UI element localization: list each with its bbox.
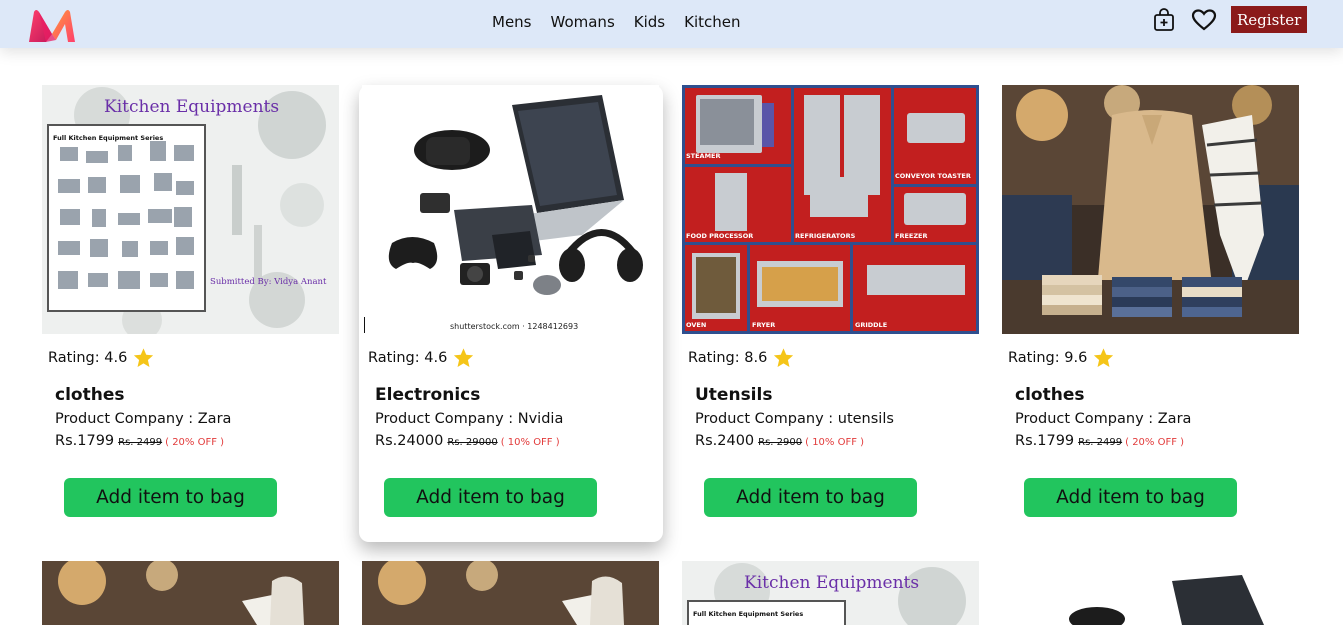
image-label: CONVEYOR TOASTER xyxy=(895,172,971,180)
current-price: Rs.1799 xyxy=(55,433,115,449)
product-image[interactable] xyxy=(42,561,339,625)
image-credit: Submitted By: Vidya Anant xyxy=(210,277,327,287)
product-image[interactable] xyxy=(1002,85,1299,334)
product-name: Electronics xyxy=(375,385,481,405)
product-image[interactable] xyxy=(1002,561,1299,625)
navbar: Mens Womans Kids Kitchen Register xyxy=(0,0,1343,48)
product-card: Rating: 9.6 clothes Product Company : Za… xyxy=(1002,85,1306,542)
product-card: STEAMER CONVEYOR TOASTER FOOD PROCESSOR … xyxy=(682,85,986,542)
nav-link-womans[interactable]: Womans xyxy=(551,13,615,31)
star-icon xyxy=(134,348,154,367)
current-price: Rs.24000 xyxy=(375,433,444,449)
product-company: Product Company : utensils xyxy=(695,411,894,427)
add-to-bag-button[interactable]: Add item to bag xyxy=(1024,478,1237,517)
product-name: clothes xyxy=(55,385,125,405)
image-title: Kitchen Equipments xyxy=(104,97,279,117)
image-label: FREEZER xyxy=(895,232,927,240)
product-name: Utensils xyxy=(695,385,773,405)
nav-actions: Register xyxy=(1151,6,1308,33)
product-image[interactable]: STEAMER CONVEYOR TOASTER FOOD PROCESSOR … xyxy=(682,85,979,334)
nav-link-mens[interactable]: Mens xyxy=(492,13,532,31)
price-row: Rs.1799 Rs. 2499 ( 20% OFF ) xyxy=(55,433,224,449)
original-price: Rs. 2499 xyxy=(118,437,163,448)
add-to-bag-button[interactable]: Add item to bag xyxy=(384,478,597,517)
rating: Rating: 4.6 xyxy=(48,347,155,369)
original-price: Rs. 2900 xyxy=(758,437,803,448)
star-icon xyxy=(1094,348,1114,367)
discount-label: ( 10% OFF ) xyxy=(500,437,560,448)
main-nav: Mens Womans Kids Kitchen xyxy=(492,13,759,31)
product-company: Product Company : Zara xyxy=(55,411,232,427)
image-label: OVEN xyxy=(686,321,706,329)
rating: Rating: 9.6 xyxy=(1008,347,1115,369)
rating-label: Rating: 4.6 xyxy=(48,350,128,366)
image-label: FRYER xyxy=(752,321,775,329)
product-image[interactable]: Kitchen Equipments Full Kitchen Equipmen… xyxy=(682,561,979,625)
image-subtitle: Full Kitchen Equipment Series xyxy=(693,610,803,618)
product-image[interactable]: Full Kitchen Equipment Series Kitchen Eq… xyxy=(42,85,339,334)
product-card: shutterstock.com · 1248412693 Rating: 4.… xyxy=(359,85,663,542)
product-name: clothes xyxy=(1015,385,1085,405)
current-price: Rs.1799 xyxy=(1015,433,1075,449)
discount-label: ( 10% OFF ) xyxy=(805,437,865,448)
product-company: Product Company : Zara xyxy=(1015,411,1192,427)
rating-label: Rating: 8.6 xyxy=(688,350,768,366)
rating-label: Rating: 9.6 xyxy=(1008,350,1088,366)
image-label: STEAMER xyxy=(686,152,721,160)
add-to-bag-button[interactable]: Add item to bag xyxy=(704,478,917,517)
bag-add-icon[interactable] xyxy=(1151,7,1177,33)
nav-link-kids[interactable]: Kids xyxy=(634,13,665,31)
discount-label: ( 20% OFF ) xyxy=(165,437,225,448)
price-row: Rs.24000 Rs. 29000 ( 10% OFF ) xyxy=(375,433,560,449)
rating: Rating: 4.6 xyxy=(368,347,475,369)
image-title: Kitchen Equipments xyxy=(744,573,919,593)
product-image[interactable] xyxy=(362,561,659,625)
add-to-bag-button[interactable]: Add item to bag xyxy=(64,478,277,517)
price-row: Rs.2400 Rs. 2900 ( 10% OFF ) xyxy=(695,433,864,449)
heart-icon[interactable] xyxy=(1191,7,1217,33)
product-card: Full Kitchen Equipment Series Kitchen Eq… xyxy=(42,85,346,542)
original-price: Rs. 2499 xyxy=(1078,437,1123,448)
original-price: Rs. 29000 xyxy=(447,437,498,448)
star-icon xyxy=(774,348,794,367)
nav-link-kitchen[interactable]: Kitchen xyxy=(684,13,740,31)
register-button[interactable]: Register xyxy=(1231,6,1308,33)
discount-label: ( 20% OFF ) xyxy=(1125,437,1185,448)
rating-label: Rating: 4.6 xyxy=(368,350,448,366)
image-label: FOOD PROCESSOR xyxy=(686,232,753,240)
image-credit: shutterstock.com · 1248412693 xyxy=(450,322,578,331)
product-company: Product Company : Nvidia xyxy=(375,411,564,427)
product-image[interactable]: shutterstock.com · 1248412693 xyxy=(362,85,659,334)
image-label: GRIDDLE xyxy=(855,321,887,329)
current-price: Rs.2400 xyxy=(695,433,755,449)
product-grid: Full Kitchen Equipment Series Kitchen Eq… xyxy=(0,0,1343,625)
image-subtitle: Full Kitchen Equipment Series xyxy=(53,134,163,142)
star-icon xyxy=(454,348,474,367)
price-row: Rs.1799 Rs. 2499 ( 20% OFF ) xyxy=(1015,433,1184,449)
rating: Rating: 8.6 xyxy=(688,347,795,369)
myntra-logo[interactable] xyxy=(26,6,78,44)
image-label: REFRIGERATORS xyxy=(795,232,856,240)
